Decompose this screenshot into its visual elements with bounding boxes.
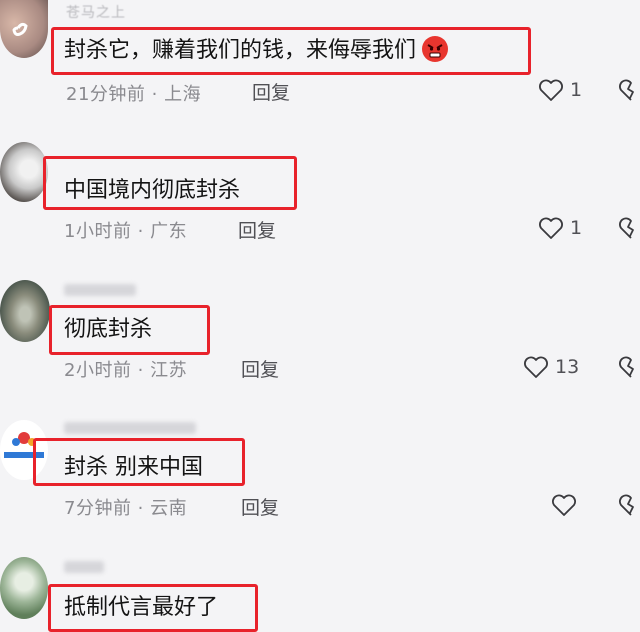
avatar[interactable]	[0, 557, 48, 619]
reply-button[interactable]: 回复	[238, 216, 276, 243]
heart-icon	[539, 217, 563, 239]
heart-icon	[524, 356, 548, 378]
comment-meta: 21分钟前 · 上海	[66, 80, 201, 106]
comment-text: 抵制代言最好了	[64, 595, 219, 620]
broken-heart-icon	[619, 356, 634, 378]
comment-time: 2小时前	[64, 360, 132, 381]
comment-item: 封杀 别来中国 7分钟前 · 云南 回复	[0, 418, 640, 538]
meta-separator: ·	[131, 360, 151, 381]
comment-location: 广东	[150, 221, 188, 242]
broken-heart-icon	[619, 217, 634, 239]
avatar[interactable]	[0, 0, 48, 58]
comment-location: 上海	[164, 84, 202, 105]
meta-separator: ·	[131, 498, 151, 519]
dislike-button[interactable]	[618, 78, 640, 104]
comment-meta: 7分钟前 · 云南	[64, 494, 187, 520]
comment-location: 云南	[150, 498, 188, 519]
reply-button[interactable]: 回复	[241, 493, 279, 520]
username	[64, 284, 136, 296]
broken-heart-icon	[619, 79, 634, 101]
comment-item: 中国境内彻底封杀 1小时前 · 广东 回复 1	[0, 140, 640, 260]
comment-text: 封杀它，赚着我们的钱，来侮辱我们	[64, 36, 449, 66]
like-button[interactable]: 13	[523, 355, 579, 379]
comment-location: 江苏	[150, 360, 188, 381]
meta-separator: ·	[145, 84, 165, 105]
reply-button[interactable]: 回复	[252, 78, 290, 105]
comment-text: 封杀 别来中国	[64, 455, 203, 480]
like-button[interactable]: 1	[538, 78, 582, 102]
comment-time: 1小时前	[64, 221, 132, 242]
username[interactable]: 苍马之上	[66, 2, 126, 22]
comment-meta: 2小时前 · 江苏	[64, 356, 187, 382]
like-button[interactable]	[551, 493, 583, 517]
username	[64, 422, 196, 434]
tiktok-icon	[12, 22, 28, 36]
like-count: 1	[570, 217, 583, 239]
comment-item: 彻底封杀 2小时前 · 江苏 回复 13	[0, 280, 640, 400]
avatar[interactable]	[0, 280, 50, 342]
dislike-button[interactable]	[618, 493, 640, 519]
like-count: 13	[555, 356, 580, 378]
avatar[interactable]	[0, 142, 48, 202]
comment-text-content: 封杀它，赚着我们的钱，来侮辱我们	[64, 38, 417, 63]
comment-time: 7分钟前	[64, 498, 132, 519]
dislike-button[interactable]	[618, 216, 640, 242]
heart-icon	[552, 494, 576, 516]
angry-face-icon	[422, 36, 449, 62]
broken-heart-icon	[619, 494, 634, 516]
comment-meta: 1小时前 · 广东	[64, 217, 187, 243]
comment-item: 抵制代言最好了	[0, 555, 640, 632]
comment-time: 21分钟前	[66, 84, 146, 105]
comment-item: 苍马之上 封杀它，赚着我们的钱，来侮辱我们 21分钟前 · 上海 回复 1	[0, 0, 640, 120]
comment-text: 中国境内彻底封杀	[64, 178, 241, 203]
reply-button[interactable]: 回复	[241, 355, 279, 382]
username	[64, 561, 104, 573]
comment-text: 彻底封杀	[64, 317, 153, 342]
heart-icon	[539, 79, 563, 101]
meta-separator: ·	[131, 221, 151, 242]
like-count: 1	[570, 79, 583, 101]
like-button[interactable]: 1	[538, 216, 582, 240]
dislike-button[interactable]	[618, 355, 640, 381]
